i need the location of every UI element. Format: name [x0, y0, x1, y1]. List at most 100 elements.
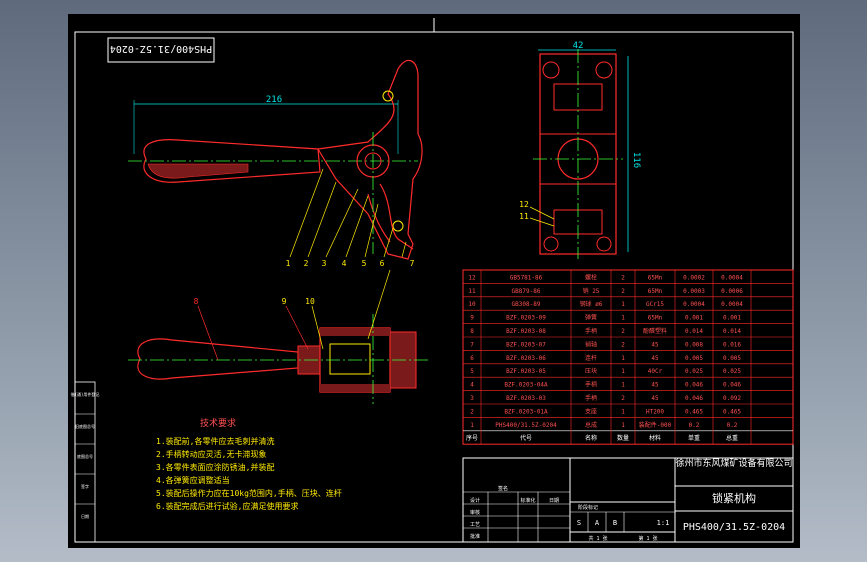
label-approve: 批准 — [470, 533, 480, 540]
bom-cell-no: 2 — [470, 408, 474, 415]
bom-cell-w1: 0.2 — [689, 422, 700, 429]
bom-cell-w1: 0.025 — [685, 368, 703, 375]
bom-cell-w2: 0.014 — [723, 328, 741, 335]
stage-label: 阶段标记 — [578, 504, 598, 511]
bom-cell-no: 5 — [470, 368, 474, 375]
bom-cell-qty: 1 — [621, 382, 625, 389]
bom-cell-w2: 0.016 — [723, 341, 741, 348]
bom-cell-mat: 65Mn — [648, 274, 663, 281]
bom-cell-no: 6 — [470, 355, 474, 362]
bom-cell-w2: 0.0004 — [721, 274, 743, 281]
scale: 1:1 — [657, 519, 670, 527]
bom-cell-mat: 45 — [651, 355, 659, 362]
drawing-code: PHS400/31.5Z-0204 — [683, 522, 785, 533]
bom-cell-code: BZF.0203-03 — [506, 395, 546, 402]
label-sign: 签名 — [498, 485, 508, 492]
bom-cell-name: 钢球 ø6 — [580, 300, 603, 308]
bom-cell-w2: 0.001 — [723, 315, 741, 322]
bom-cell-mat: 40Cr — [648, 368, 663, 375]
bom-cell-mat: 装配件-000 — [639, 421, 672, 429]
bom-cell-code: GB308-89 — [512, 301, 541, 308]
bom-cell-w1: 单重 — [688, 434, 700, 442]
bom-cell-no: 10 — [468, 301, 476, 308]
bom-cell-code: GB5781-86 — [510, 274, 543, 281]
bom-cell-w1: 0.0003 — [683, 288, 705, 295]
leader-12: 12 — [519, 200, 529, 209]
bom-cell-w1: 0.001 — [685, 315, 703, 322]
dim-height: 116 — [631, 152, 641, 168]
bom-cell-code: PHS400/31.5Z-0204 — [495, 422, 557, 429]
bom-cell-w2: 0.005 — [723, 355, 741, 362]
title-block: 徐州市东风煤矿设备有限公司 锁紧机构 PHS400/31.5Z-0204 阶段标… — [462, 457, 794, 543]
sheet-no: 第 1 张 — [638, 535, 657, 542]
bom-cell-w1: 0.0002 — [683, 274, 705, 281]
bom-table: 12 GB5781-86 螺栓 2 65Mn 0.0002 0.000411 GB879-86… — [462, 269, 794, 445]
drawing-canvas: PHS400/31.5Z-0204 216 1 2 3 4 5 6 7 42 1… — [71, 18, 794, 543]
bom-cell-code: 代号 — [520, 434, 532, 442]
leader-6: 6 — [380, 259, 385, 268]
tech-line-4: 4.各弹簧应调整适当 — [156, 475, 230, 485]
cad-viewport[interactable]: PHS400/31.5Z-0204 216 1 2 3 4 5 6 7 42 1… — [0, 0, 867, 562]
bom-cell-name: 手柄 — [585, 381, 597, 389]
bom-cell-no: 9 — [470, 315, 474, 322]
bom-cell-qty: 1 — [621, 301, 625, 308]
bom-cell-w1: 0.014 — [685, 328, 703, 335]
side-label-2: 旧底图总号 — [75, 423, 95, 429]
bom-cell-mat: GCr15 — [646, 301, 664, 308]
bom-cell-qty: 2 — [621, 395, 625, 402]
bom-cell-name: 支座 — [585, 407, 597, 415]
label-checker: 审核 — [470, 509, 480, 516]
bom-cell-name: 连杆 — [585, 354, 597, 362]
leader-9: 9 — [282, 297, 287, 306]
bom-cell-w2: 0.2 — [727, 422, 738, 429]
leader-5: 5 — [362, 259, 367, 268]
bom-cell-w1: 0.465 — [685, 408, 703, 415]
bom-cell-w2: 0.465 — [723, 408, 741, 415]
bom-cell-no: 7 — [470, 341, 474, 348]
bom-cell-w1: 0.046 — [685, 382, 703, 389]
bom-cell-mat: 45 — [651, 382, 659, 389]
bom-cell-code: BZF.0203-06 — [506, 355, 546, 362]
leader-1: 1 — [286, 259, 291, 268]
bom-cell-w1: 0.0004 — [683, 301, 705, 308]
bom-cell-mat: 45 — [651, 395, 659, 402]
bom-cell-mat: 65Mn — [648, 315, 663, 322]
bom-cell-name: 销 25 — [583, 287, 600, 295]
section-view: 8 9 10 — [128, 269, 428, 404]
bom-cell-mat: 45 — [651, 341, 659, 348]
bom-cell-name: 弹簧 — [585, 314, 597, 322]
tech-line-2: 2.手柄转动应灵活,无卡滞现象 — [156, 449, 266, 459]
label-designer: 设计 — [470, 497, 480, 504]
dim-length: 216 — [266, 95, 282, 105]
bom-cell-w1: 0.008 — [685, 341, 703, 348]
bom-cell-qty: 数量 — [617, 434, 629, 442]
drawing-sheet: PHS400/31.5Z-0204 216 1 2 3 4 5 6 7 42 1… — [68, 14, 800, 548]
bom-cell-name: 手柄 — [585, 327, 597, 335]
leader-4: 4 — [342, 259, 347, 268]
tech-line-3: 3.各零件表面应涂防锈油,并装配 — [156, 462, 274, 472]
bom-cell-name: 销轴 — [585, 340, 597, 348]
bom-cell-w1: 0.005 — [685, 355, 703, 362]
bom-cell-mat: 65Mn — [648, 288, 663, 295]
side-block: 借(通)用件登记 旧底图总号 底图总号 签字 日期 — [71, 381, 99, 543]
side-view: 42 116 12 11 — [519, 41, 641, 259]
bom-cell-qty: 2 — [621, 328, 625, 335]
main-view: 216 1 2 3 4 5 6 7 — [128, 60, 423, 268]
bom-cell-mat: HT200 — [646, 408, 664, 415]
bom-cell-no: 序号 — [466, 434, 478, 442]
leader-11: 11 — [519, 212, 529, 221]
bom-cell-w2: 0.046 — [723, 382, 741, 389]
bom-cell-qty: 2 — [621, 274, 625, 281]
bom-cell-code: BZF.0203-01A — [504, 408, 548, 415]
bom-cell-no: 8 — [470, 328, 474, 335]
bom-cell-code: BZF.0203-05 — [506, 368, 546, 375]
side-label-3: 底图总号 — [77, 453, 93, 459]
label-standard: 标准化 — [520, 497, 535, 504]
leader-7: 7 — [410, 259, 415, 268]
bom-cell-mat: 材料 — [649, 434, 661, 442]
bom-cell-qty: 1 — [621, 315, 625, 322]
bom-cell-code: BZF.0203-07 — [506, 341, 546, 348]
bom-cell-code: BZF.0203-09 — [506, 315, 546, 322]
sheet-total: 共 1 张 — [588, 535, 607, 542]
bom-cell-w2: 总重 — [726, 434, 738, 442]
